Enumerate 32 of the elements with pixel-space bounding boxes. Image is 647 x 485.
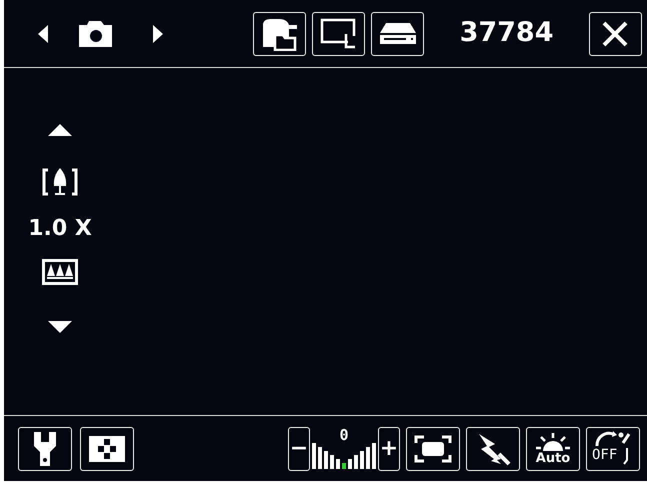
left-arrow-icon[interactable]: [38, 24, 48, 42]
drive-icon: [380, 22, 416, 44]
close-button[interactable]: [588, 12, 642, 56]
wrench-icon: [34, 432, 56, 466]
focus-frame-button[interactable]: [406, 426, 460, 470]
macro-tree-icon[interactable]: [42, 166, 78, 198]
camera-folder-icon: [260, 16, 299, 50]
focus-frame-icon: [414, 434, 452, 462]
zoom-reading: 1.0 X: [28, 215, 92, 243]
right-arrow-icon[interactable]: [153, 24, 163, 42]
frame-size-icon: [320, 18, 358, 50]
shots-remaining: 37784: [458, 16, 554, 50]
exposure-reading: 0: [339, 428, 349, 443]
metering-icon: [89, 436, 125, 462]
camera-icon[interactable]: [78, 20, 112, 46]
settings-button[interactable]: [18, 426, 72, 470]
image-size-button[interactable]: [312, 12, 366, 56]
self-timer-button[interactable]: OFF: [586, 426, 640, 470]
exposure-plus-button[interactable]: +: [378, 426, 400, 470]
sun-icon: [536, 432, 570, 450]
storage-button[interactable]: [371, 12, 424, 56]
exposure-meter: [312, 443, 376, 469]
close-icon: [602, 20, 628, 46]
timer-icon: [593, 430, 633, 468]
landscape-trees-icon[interactable]: [42, 259, 78, 285]
light-balance-button[interactable]: Auto: [526, 426, 580, 470]
zoom-down-icon[interactable]: [48, 321, 72, 333]
metering-button[interactable]: [80, 426, 134, 470]
camera-folder-button[interactable]: [253, 12, 306, 56]
flash-off-button[interactable]: [466, 426, 520, 470]
exposure-minus-button[interactable]: −: [288, 426, 310, 470]
zoom-up-icon[interactable]: [48, 124, 72, 136]
